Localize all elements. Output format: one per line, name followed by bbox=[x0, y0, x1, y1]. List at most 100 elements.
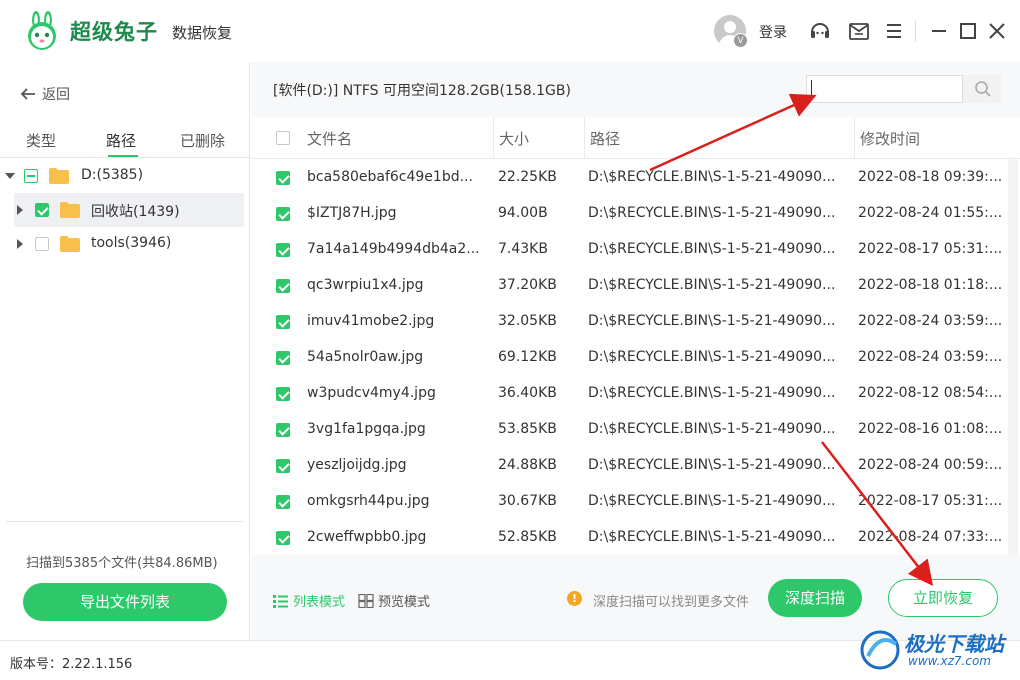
caret-right-icon[interactable] bbox=[14, 238, 26, 250]
column-divider[interactable] bbox=[584, 117, 585, 159]
scan-summary: 扫描到5385个文件(共84.86MB) bbox=[26, 556, 218, 571]
table-row[interactable]: yeszljoijdg.jpg 24.88KB D:\$RECYCLE.BIN\… bbox=[251, 448, 1006, 484]
table-row[interactable]: $IZTJ87H.jpg 94.00B D:\$RECYCLE.BIN\S-1-… bbox=[251, 196, 1006, 232]
row-checkbox[interactable] bbox=[276, 351, 290, 365]
feedback-icon[interactable] bbox=[847, 19, 871, 43]
cell-size: 32.05KB bbox=[498, 313, 557, 329]
tabs-divider bbox=[0, 157, 250, 158]
deep-scan-button[interactable]: 深度扫描 bbox=[768, 579, 862, 617]
table-row[interactable]: 7a14a149b4994db4a2... 7.43KB D:\$RECYCLE… bbox=[251, 232, 1006, 268]
sidebar-tabs: 类型 路径 已删除 bbox=[0, 124, 250, 158]
list-mode-button[interactable]: 列表模式 bbox=[273, 591, 345, 610]
tab-path[interactable]: 路径 bbox=[106, 130, 136, 151]
cell-modified: 2022-08-16 01:08:... bbox=[858, 421, 1003, 437]
cell-name: 7a14a149b4994db4a2... bbox=[307, 241, 480, 257]
back-label: 返回 bbox=[42, 87, 70, 103]
row-checkbox[interactable] bbox=[276, 315, 290, 329]
tree-checkbox-recycle-bin[interactable] bbox=[35, 203, 49, 217]
cell-size: 7.43KB bbox=[498, 241, 548, 257]
cell-size: 69.12KB bbox=[498, 349, 557, 365]
table-scrollbar[interactable] bbox=[1008, 159, 1018, 555]
row-checkbox[interactable] bbox=[276, 171, 290, 185]
file-table: 文件名 大小 路径 修改时间 bca580ebaf6c49e1bd... 22.… bbox=[251, 117, 1020, 555]
tab-deleted[interactable]: 已删除 bbox=[180, 130, 225, 151]
tab-type[interactable]: 类型 bbox=[26, 130, 56, 151]
minimize-icon[interactable] bbox=[927, 19, 951, 43]
select-all-checkbox[interactable] bbox=[276, 131, 290, 145]
cell-size: 94.00B bbox=[498, 205, 548, 221]
table-row[interactable]: 2cweffwpbb0.jpg 52.85KB D:\$RECYCLE.BIN\… bbox=[251, 520, 1006, 555]
tree-checkbox-drive-d[interactable] bbox=[24, 169, 38, 183]
table-row[interactable]: 54a5nolr0aw.jpg 69.12KB D:\$RECYCLE.BIN\… bbox=[251, 340, 1006, 376]
cell-path: D:\$RECYCLE.BIN\S-1-5-21-49090... bbox=[588, 529, 836, 545]
cell-path: D:\$RECYCLE.BIN\S-1-5-21-49090... bbox=[588, 457, 836, 473]
menu-icon[interactable] bbox=[882, 19, 906, 43]
cell-name: 2cweffwpbb0.jpg bbox=[307, 529, 427, 545]
cell-path: D:\$RECYCLE.BIN\S-1-5-21-49090... bbox=[588, 385, 836, 401]
export-file-list-button[interactable]: 导出文件列表 bbox=[23, 583, 227, 621]
watermark-title: 极光下载站 bbox=[904, 632, 1004, 656]
back-button[interactable]: 返回 bbox=[20, 84, 70, 104]
recover-now-button[interactable]: 立即恢复 bbox=[888, 579, 998, 617]
login-link[interactable]: 登录 bbox=[759, 22, 787, 42]
titlebar-divider bbox=[915, 20, 916, 42]
cell-modified: 2022-08-24 07:33:... bbox=[858, 529, 1003, 545]
column-header-modified[interactable]: 修改时间 bbox=[860, 128, 920, 149]
brand-name: 超级兔子 bbox=[70, 20, 158, 44]
title-bar: 超级兔子 数据恢复 V 登录 bbox=[0, 0, 1020, 62]
column-header-size[interactable]: 大小 bbox=[499, 128, 529, 149]
cell-name: imuv41mobe2.jpg bbox=[307, 313, 435, 329]
tree-item-recycle-bin[interactable]: 回收站(1439) bbox=[14, 193, 244, 227]
text-cursor bbox=[811, 80, 812, 96]
caret-down-icon[interactable] bbox=[4, 170, 16, 182]
row-checkbox[interactable] bbox=[276, 459, 290, 473]
close-icon[interactable] bbox=[985, 19, 1009, 43]
table-row[interactable]: bca580ebaf6c49e1bd... 22.25KB D:\$RECYCL… bbox=[251, 160, 1006, 196]
customer-service-icon[interactable] bbox=[808, 19, 832, 43]
cell-modified: 2022-08-17 05:31:... bbox=[858, 493, 1003, 509]
table-row[interactable]: imuv41mobe2.jpg 32.05KB D:\$RECYCLE.BIN\… bbox=[251, 304, 1006, 340]
cell-size: 30.67KB bbox=[498, 493, 557, 509]
table-row[interactable]: 3vg1fa1pgqa.jpg 53.85KB D:\$RECYCLE.BIN\… bbox=[251, 412, 1006, 448]
cell-name: yeszljoijdg.jpg bbox=[307, 457, 407, 473]
column-header-name[interactable]: 文件名 bbox=[307, 128, 352, 149]
tree-item-tools[interactable]: tools(3946) bbox=[14, 227, 244, 261]
search-button[interactable] bbox=[962, 75, 1001, 103]
sidebar-divider bbox=[6, 521, 244, 522]
column-divider[interactable] bbox=[493, 117, 494, 159]
cell-name: w3pudcv4my4.jpg bbox=[307, 385, 436, 401]
cell-name: 3vg1fa1pgqa.jpg bbox=[307, 421, 426, 437]
cell-path: D:\$RECYCLE.BIN\S-1-5-21-49090... bbox=[588, 169, 836, 185]
column-divider[interactable] bbox=[854, 117, 855, 159]
list-view-icon bbox=[273, 594, 288, 608]
grid-view-icon bbox=[358, 593, 374, 608]
table-row[interactable]: w3pudcv4my4.jpg 36.40KB D:\$RECYCLE.BIN\… bbox=[251, 376, 1006, 412]
cell-modified: 2022-08-17 05:31:... bbox=[858, 241, 1003, 257]
cell-modified: 2022-08-24 03:59:... bbox=[858, 313, 1003, 329]
maximize-icon[interactable] bbox=[956, 19, 980, 43]
row-checkbox[interactable] bbox=[276, 423, 290, 437]
row-checkbox[interactable] bbox=[276, 495, 290, 509]
preview-mode-button[interactable]: 预览模式 bbox=[358, 591, 430, 610]
tree-item-drive-d[interactable]: D:(5385) bbox=[0, 159, 244, 193]
column-header-path[interactable]: 路径 bbox=[590, 128, 620, 149]
deep-scan-hint: 深度扫描可以找到更多文件 bbox=[593, 595, 750, 610]
table-row[interactable]: qc3wrpiu1x4.jpg 37.20KB D:\$RECYCLE.BIN\… bbox=[251, 268, 1006, 304]
tree-label: D:(5385) bbox=[81, 167, 144, 183]
cell-size: 24.88KB bbox=[498, 457, 557, 473]
cell-modified: 2022-08-24 03:59:... bbox=[858, 349, 1003, 365]
caret-right-icon[interactable] bbox=[14, 204, 26, 216]
main-panel: [软件(D:)] NTFS 可用空间128.2GB(158.1GB) 文件名 大… bbox=[251, 62, 1020, 640]
row-checkbox[interactable] bbox=[276, 279, 290, 293]
cell-path: D:\$RECYCLE.BIN\S-1-5-21-49090... bbox=[588, 241, 836, 257]
cell-name: bca580ebaf6c49e1bd... bbox=[307, 169, 473, 185]
row-checkbox[interactable] bbox=[276, 207, 290, 221]
cell-name: qc3wrpiu1x4.jpg bbox=[307, 277, 424, 293]
tree-checkbox-tools[interactable] bbox=[35, 237, 49, 251]
row-checkbox[interactable] bbox=[276, 243, 290, 257]
row-checkbox[interactable] bbox=[276, 531, 290, 545]
row-checkbox[interactable] bbox=[276, 387, 290, 401]
table-row[interactable]: omkgsrh44pu.jpg 30.67KB D:\$RECYCLE.BIN\… bbox=[251, 484, 1006, 520]
vip-badge: V bbox=[733, 33, 748, 48]
search-input[interactable] bbox=[808, 77, 958, 101]
